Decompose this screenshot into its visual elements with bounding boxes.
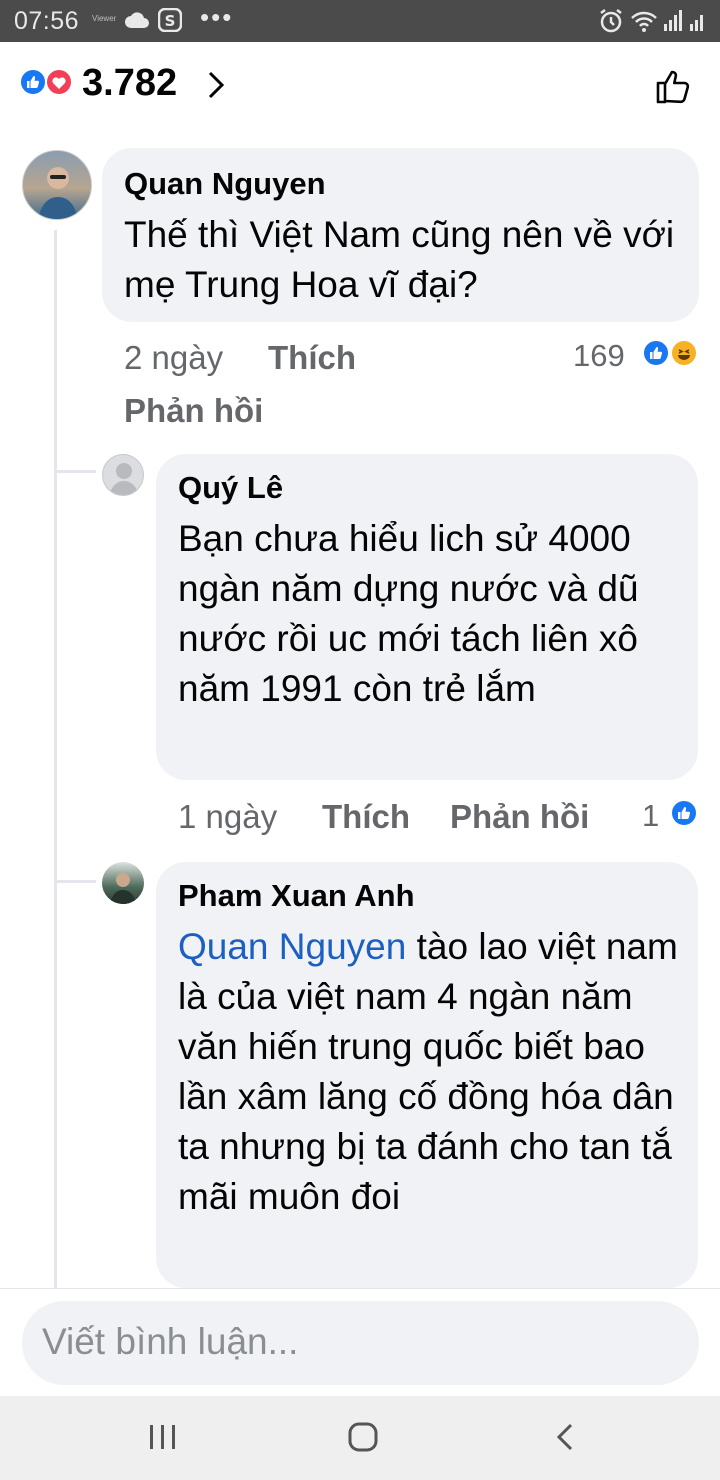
composer-bar (0, 1288, 720, 1396)
alarm-icon (598, 8, 624, 39)
cloud-icon (124, 10, 150, 35)
back-icon[interactable] (554, 1422, 576, 1457)
comment-input[interactable] (42, 1317, 662, 1367)
comment-bubble[interactable]: Quan Nguyen Thế thì Việt Nam cũng nên về… (102, 148, 699, 322)
avatar[interactable] (22, 150, 92, 220)
like-reaction-icon (670, 799, 698, 827)
avatar[interactable] (102, 454, 144, 496)
comment-text: Thế thì Việt Nam cũng nên về với mẹ Trun… (124, 214, 675, 305)
like-reaction-icon (642, 339, 670, 367)
comment-bubble[interactable]: Quý Lê Bạn chưa hiểu lich sử 4000 ngàn n… (156, 454, 698, 780)
reply-button[interactable]: Phản hồi (450, 798, 589, 836)
comment-composer[interactable] (22, 1301, 699, 1385)
status-bar: 07:56 Viewer S ••• (0, 0, 720, 42)
mention-link[interactable]: Quan Nguyen (178, 926, 406, 967)
reactions-header[interactable]: 3.782 (0, 42, 720, 132)
comment-text: Bạn chưa hiểu lich sử 4000 ngàn năm dựng… (178, 518, 639, 709)
comment-time: 1 ngày (178, 798, 278, 835)
thread-line (54, 230, 57, 1320)
love-reaction-icon (45, 68, 73, 96)
chevron-right-icon[interactable] (206, 70, 226, 105)
comment-text: Quan Nguyen tào lao việt nam là của việt… (178, 922, 688, 1222)
comment-body: tào lao việt nam là của việt nam 4 ngàn … (178, 926, 678, 1217)
svg-text:S: S (165, 12, 176, 30)
more-dots-icon: ••• (200, 2, 234, 32)
comment-time: 2 ngày (124, 339, 224, 376)
reaction-count[interactable]: 3.782 (82, 62, 177, 105)
avatar[interactable] (102, 862, 144, 904)
signal-icon-2 (690, 10, 708, 37)
status-time: 07:56 (14, 7, 80, 35)
system-nav-bar (0, 1396, 720, 1480)
wifi-icon (630, 9, 658, 38)
comment-author[interactable]: Quý Lê (178, 470, 283, 506)
like-button[interactable]: Thích (268, 339, 356, 377)
signal-icon (664, 10, 682, 37)
skype-icon: S (157, 7, 183, 37)
like-button[interactable]: Thích (322, 798, 410, 836)
thread-branch (56, 880, 96, 883)
reaction-count[interactable]: 169 (573, 338, 625, 374)
reaction-count[interactable]: 1 (642, 798, 659, 834)
home-icon[interactable] (348, 1422, 378, 1457)
reply-button[interactable]: Phản hồi (124, 392, 263, 430)
thumbs-up-outline-icon[interactable] (654, 66, 694, 111)
comment-bubble[interactable]: Pham Xuan Anh Quan Nguyen tào lao việt n… (156, 862, 698, 1288)
comment-author[interactable]: Quan Nguyen (124, 166, 326, 202)
like-reaction-icon (19, 68, 47, 96)
thread-branch (56, 470, 96, 473)
recent-apps-icon[interactable] (148, 1424, 178, 1455)
haha-reaction-icon (670, 339, 698, 367)
status-viewer-label: Viewer (92, 14, 117, 23)
comments-sheet: 3.782 Quan Nguyen Thế thì Việt Nam cũng … (0, 42, 720, 1480)
comment-author[interactable]: Pham Xuan Anh (178, 878, 415, 914)
